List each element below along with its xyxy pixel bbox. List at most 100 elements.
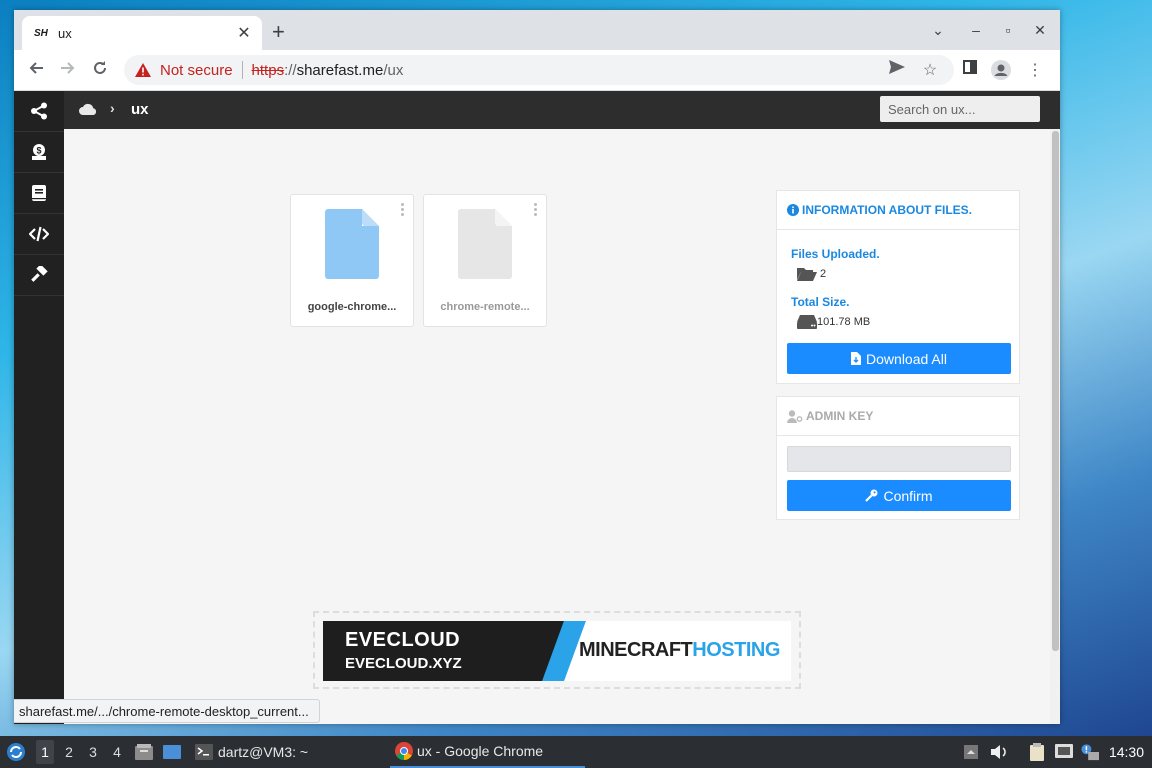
bookmark-star-icon[interactable]: ☆ <box>919 60 941 80</box>
sidebar-item-api[interactable] <box>14 214 64 255</box>
reload-icon <box>94 61 106 74</box>
ad-image: EVECLOUD EVECLOUD.XYZ MINECRAFTHOSTING <box>323 621 791 681</box>
ad-brand: EVECLOUD <box>345 629 461 651</box>
hard-drive-icon <box>797 315 817 329</box>
address-bar[interactable]: Not secure https://sharefast.me/ux <box>124 55 954 85</box>
admin-key-input[interactable] <box>787 446 1011 472</box>
browser-tab[interactable]: SH ux ✕ <box>22 16 262 50</box>
money-bag-icon: $ <box>32 144 46 160</box>
file-download-icon <box>851 352 862 365</box>
file-options-icon[interactable] <box>534 203 538 218</box>
info-panel-title: INFORMATION ABOUT FILES. <box>802 203 972 217</box>
kebab-menu-icon[interactable]: ⋮ <box>1024 60 1046 80</box>
close-window-icon[interactable]: ✕ <box>1030 22 1050 39</box>
scrollbar-thumb[interactable] <box>1052 131 1059 651</box>
download-all-label: Download All <box>866 350 947 367</box>
sidebar-item-donate[interactable]: $ <box>14 132 64 173</box>
file-icon <box>325 209 379 279</box>
hammer-icon <box>31 266 48 282</box>
url-path: /ux <box>383 61 404 79</box>
info-icon <box>787 204 799 216</box>
confirm-label: Confirm <box>883 487 933 504</box>
back-arrow-icon <box>29 62 43 74</box>
profile-avatar-icon[interactable] <box>990 60 1012 85</box>
file-info-panel: INFORMATION ABOUT FILES. Files Uploaded.… <box>776 190 1020 384</box>
tab-close-icon[interactable]: ✕ <box>232 23 256 43</box>
minimize-icon[interactable]: – <box>966 22 986 38</box>
key-icon <box>865 489 878 502</box>
taskbar-terminal[interactable]: dartz@VM3: ~ <box>195 736 308 768</box>
site-favicon-icon: SH <box>34 27 48 39</box>
new-tab-button[interactable]: + <box>272 21 285 43</box>
files-uploaded-label: Files Uploaded. <box>791 247 880 261</box>
top-bar: › ux <box>64 91 1060 129</box>
tray-up-icon[interactable] <box>962 743 980 761</box>
reload-button[interactable] <box>88 58 112 82</box>
chrome-icon <box>395 742 413 760</box>
tab-search-chevron-icon[interactable]: ⌄ <box>928 22 948 39</box>
svg-text:$: $ <box>36 146 41 156</box>
url-separator: :// <box>284 61 297 79</box>
total-size-row: 101.78 MB <box>797 315 870 329</box>
sidebar-item-docs[interactable] <box>14 173 64 214</box>
file-name: chrome-remote... <box>440 301 530 313</box>
side-panel-icon[interactable] <box>959 60 981 79</box>
total-size-value: 101.78 MB <box>817 316 871 328</box>
sidebar-item-share[interactable] <box>14 91 64 132</box>
share-icon <box>31 102 47 120</box>
admin-key-panel: ADMIN KEY Confirm <box>776 396 1020 520</box>
clipboard-icon[interactable] <box>1028 743 1046 761</box>
admin-panel-header: ADMIN KEY <box>777 397 1019 436</box>
start-menu-icon[interactable] <box>6 742 26 762</box>
file-card[interactable]: google-chrome... <box>290 194 414 327</box>
workspace-1[interactable]: 1 <box>36 740 54 764</box>
url-host: sharefast.me <box>296 61 384 79</box>
maximize-icon[interactable]: ▫ <box>998 22 1018 38</box>
terminal-icon <box>195 744 213 760</box>
url-scheme: https <box>251 61 285 79</box>
ad-banner[interactable]: EVECLOUD EVECLOUD.XYZ MINECRAFTHOSTING <box>313 611 801 689</box>
file-options-icon[interactable] <box>401 203 405 218</box>
volume-icon[interactable] <box>990 743 1008 761</box>
search-input[interactable] <box>880 96 1040 122</box>
ad-tagline-a: MINECRAFT <box>579 639 693 661</box>
breadcrumb-chevron-icon: › <box>110 100 115 116</box>
admin-panel-title: ADMIN KEY <box>806 409 874 423</box>
send-icon[interactable] <box>886 60 908 79</box>
sidebar: $ <box>14 91 64 724</box>
folder-open-icon <box>797 268 817 281</box>
desktop-icon[interactable] <box>163 743 181 761</box>
file-icon <box>458 209 512 279</box>
file-manager-icon[interactable] <box>135 743 153 761</box>
code-icon <box>29 226 49 242</box>
omnibox-divider <box>241 61 243 79</box>
sidebar-item-tools[interactable] <box>14 255 64 296</box>
ad-tagline: MINECRAFTHOSTING <box>579 639 780 662</box>
file-card[interactable]: chrome-remote... <box>423 194 547 327</box>
confirm-button[interactable]: Confirm <box>787 480 1011 511</box>
workspace-2[interactable]: 2 <box>60 744 78 760</box>
ad-domain: EVECLOUD.XYZ <box>345 655 462 672</box>
chrome-task-label: ux - Google Chrome <box>417 743 544 759</box>
taskbar: 1 2 3 4 dartz@VM3: ~ ux - Google Chrome … <box>0 736 1152 768</box>
file-name: google-chrome... <box>307 301 397 313</box>
workspace-3[interactable]: 3 <box>84 744 102 760</box>
files-uploaded-row: 2 <box>797 267 826 281</box>
total-size-label: Total Size. <box>791 295 850 309</box>
download-all-button[interactable]: Download All <box>787 343 1011 374</box>
breadcrumb-current[interactable]: ux <box>131 101 149 118</box>
info-panel-header: INFORMATION ABOUT FILES. <box>777 191 1019 230</box>
page-content: $ › ux goo <box>14 91 1060 724</box>
link-status-bubble: sharefast.me/.../chrome-remote-desktop_c… <box>14 699 320 723</box>
forward-button[interactable] <box>56 58 80 82</box>
security-label[interactable]: Not secure <box>160 62 233 79</box>
back-button[interactable] <box>24 58 48 82</box>
forward-arrow-icon <box>61 62 75 74</box>
files-uploaded-value: 2 <box>820 268 827 280</box>
cloud-icon[interactable] <box>78 102 98 121</box>
notification-icon[interactable] <box>1081 743 1099 761</box>
book-icon <box>32 185 46 201</box>
taskbar-chrome[interactable]: ux - Google Chrome <box>390 736 585 768</box>
network-icon[interactable] <box>1055 743 1073 761</box>
workspace-4[interactable]: 4 <box>108 744 126 760</box>
